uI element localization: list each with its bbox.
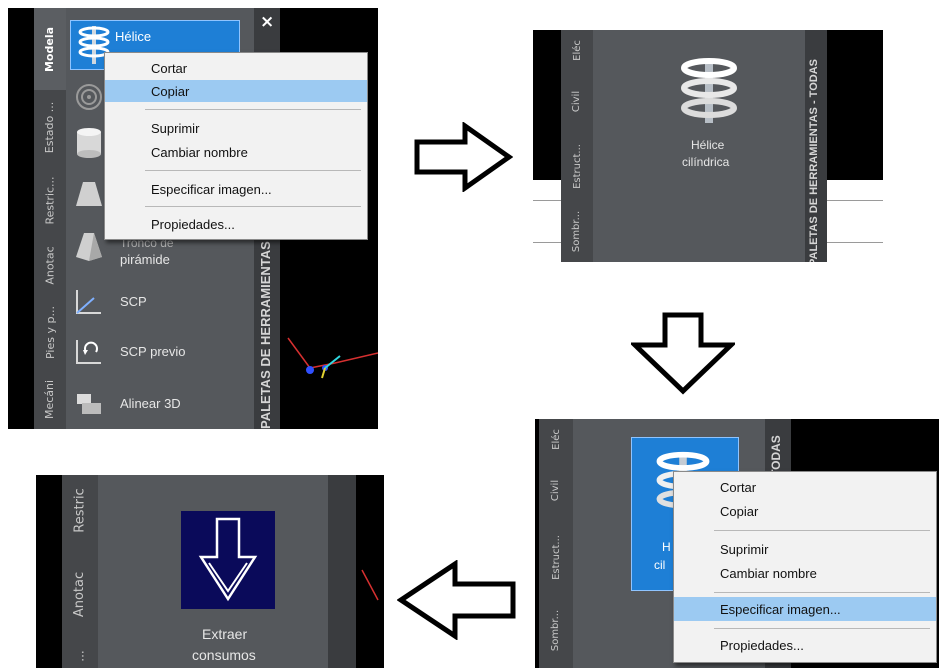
menu-item-cortar[interactable]: Cortar <box>674 476 936 498</box>
menu-item-especificar-imagen[interactable]: Especificar imagen... <box>105 178 367 200</box>
menu-item-copiar[interactable]: Copiar <box>105 80 367 102</box>
tab-civil[interactable]: Civil <box>539 459 573 522</box>
tool-label-helice-fragment: H <box>662 540 671 554</box>
tool-helice-label: Hélice <box>115 29 152 44</box>
tool-label-scp-previo[interactable]: SCP previo <box>120 344 186 359</box>
arrow-down-icon <box>631 312 735 395</box>
tab-pies[interactable]: Pies y p... <box>34 294 66 371</box>
tab-elec[interactable]: Eléc <box>561 30 593 71</box>
cylinder-icon <box>77 128 101 158</box>
tab-estruct[interactable]: Estruct... <box>561 132 593 201</box>
menu-item-especificar-imagen[interactable]: Especificar imagen... <box>674 597 936 621</box>
panel-custom-image-tool: Restric Anotac ... Extraer consumos <box>36 475 384 668</box>
tab-anotac[interactable]: Anotac <box>34 236 66 295</box>
down-arrow-icon <box>198 517 258 602</box>
menu-item-cortar[interactable]: Cortar <box>105 57 367 79</box>
helix-icon[interactable] <box>679 56 739 126</box>
tool-extraer-consumos-image[interactable] <box>181 511 275 609</box>
palette-tab-strip: Eléc Civil Estruct... Sombr... <box>539 419 573 668</box>
menu-separator <box>714 592 930 593</box>
cone-frustum-icon <box>76 182 102 206</box>
tool-label-cilindrica: cilíndrica <box>682 155 730 169</box>
tool-label-scp[interactable]: SCP <box>120 294 147 309</box>
tab-restric[interactable]: Restric... <box>34 164 66 237</box>
pyramid-frustum-icon <box>76 233 102 261</box>
context-menu: Cortar Copiar Suprimir Cambiar nombre Es… <box>673 471 937 663</box>
palette-tab-strip: Eléc Civil Estruct... Sombr... <box>561 30 593 262</box>
tool-label-consumos: consumos <box>192 647 256 663</box>
arrow-left-icon <box>397 560 516 640</box>
panel-specify-image: Eléc Civil Estruct... Sombr... H cil TOD… <box>535 419 939 668</box>
palette-tab-strip: Modela Estado ... Restric... Anotac Pies… <box>34 8 66 429</box>
tool-label-cilindrica-fragment: cil <box>654 558 666 572</box>
tab-sombr[interactable]: Sombr... <box>539 593 573 668</box>
menu-separator <box>145 109 361 110</box>
menu-separator <box>145 206 361 207</box>
tab-modela[interactable]: Modela <box>34 8 66 91</box>
drawing-area <box>356 475 384 668</box>
tab-estruct[interactable]: Estruct... <box>539 521 573 594</box>
menu-item-cambiar-nombre[interactable]: Cambiar nombre <box>105 141 367 163</box>
menu-item-suprimir[interactable]: Suprimir <box>674 538 936 560</box>
tool-label-helice: Hélice <box>691 138 725 152</box>
panel-copy-tool: Modela Estado ... Restric... Anotac Pies… <box>8 8 378 429</box>
menu-item-suprimir[interactable]: Suprimir <box>105 117 367 139</box>
tab-elec[interactable]: Eléc <box>539 419 573 460</box>
tool-label-alinear-3d[interactable]: Alinear 3D <box>120 396 181 411</box>
tab-restric[interactable]: Restric <box>62 475 98 546</box>
menu-item-propiedades[interactable]: Propiedades... <box>105 213 367 235</box>
spiral-icon <box>76 84 102 110</box>
tab-mecani[interactable]: Mecáni <box>34 370 66 429</box>
ucs-previous-icon <box>76 340 101 364</box>
tool-label-piramide: pirámide <box>120 252 170 267</box>
menu-separator <box>714 628 930 629</box>
drawing-area <box>827 30 883 262</box>
menu-item-cambiar-nombre[interactable]: Cambiar nombre <box>674 562 936 584</box>
close-icon[interactable]: × <box>260 12 274 32</box>
menu-item-copiar[interactable]: Copiar <box>674 500 936 522</box>
tab-more[interactable]: ... <box>62 643 98 668</box>
palette-tab-strip: Restric Anotac ... <box>62 475 98 668</box>
ucs-icon <box>76 290 101 314</box>
palette-title-strip <box>328 475 356 668</box>
tool-label-extraer: Extraer <box>202 626 248 642</box>
tab-anotac[interactable]: Anotac <box>62 545 98 644</box>
tab-sombr[interactable]: Sombr... <box>561 200 593 262</box>
tab-estado[interactable]: Estado ... <box>34 90 66 165</box>
drawing-area-left <box>533 180 561 262</box>
align-3d-icon <box>77 394 101 414</box>
palette-title: PALETAS DE HERRAMIENTAS - TODAS <box>808 59 820 262</box>
panel-pasted-tool: Eléc Civil Estruct... Sombr... Hélice ci… <box>533 30 883 262</box>
arrow-right-icon <box>414 122 513 192</box>
context-menu: Cortar Copiar Suprimir Cambiar nombre Es… <box>104 52 368 240</box>
menu-separator <box>145 170 361 171</box>
menu-separator <box>714 530 930 531</box>
menu-item-propiedades[interactable]: Propiedades... <box>674 634 936 656</box>
tab-civil[interactable]: Civil <box>561 70 593 133</box>
